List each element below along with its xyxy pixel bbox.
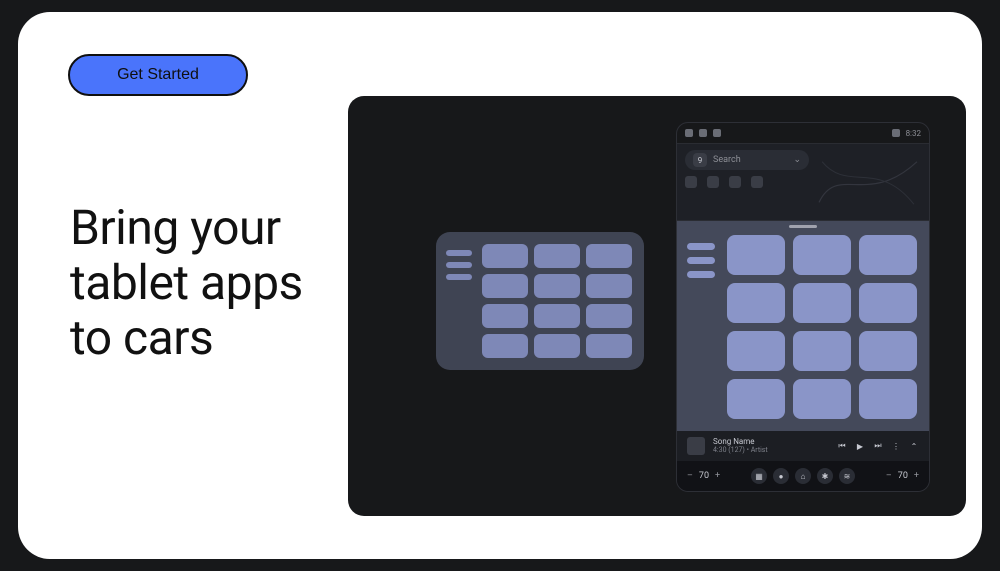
home-icon[interactable]: ⌂: [795, 468, 811, 484]
apps-icon[interactable]: ▦: [751, 468, 767, 484]
map-search[interactable]: 9 Search ⌄: [685, 150, 809, 170]
grid-tile: [534, 274, 580, 298]
grid-tile: [859, 235, 917, 275]
status-icon: [699, 129, 707, 137]
fan-icon[interactable]: ✱: [817, 468, 833, 484]
grid-tile: [793, 235, 851, 275]
status-bar: 8:32: [677, 123, 929, 143]
play-icon[interactable]: ▶: [855, 441, 865, 451]
more-icon[interactable]: ⋮: [891, 441, 901, 451]
tablet-mock: [436, 232, 644, 370]
grid-tile: [482, 304, 528, 328]
right-temperature: 70: [898, 471, 908, 481]
chevron-up-icon[interactable]: ⌃: [909, 441, 919, 451]
grid-tile: [586, 244, 632, 268]
previous-icon[interactable]: ⏮: [837, 441, 847, 451]
list-item: [687, 243, 715, 250]
get-started-button[interactable]: Get Started: [68, 54, 248, 96]
grid-tile: [482, 334, 528, 358]
list-item: [446, 262, 472, 268]
app-sidebar: [687, 235, 727, 419]
status-icon: [685, 129, 693, 137]
grid-tile: [534, 304, 580, 328]
status-time: 8:32: [906, 129, 921, 138]
tablet-sidebar: [446, 244, 482, 358]
temp-up-icon[interactable]: +: [715, 471, 720, 481]
headline: Bring your tablet apps to cars: [70, 200, 303, 366]
grid-tile: [534, 334, 580, 358]
grid-tile: [727, 283, 785, 323]
car-app-pane: [677, 221, 929, 431]
map-chip[interactable]: [685, 176, 697, 188]
search-badge: 9: [693, 153, 707, 167]
grid-tile: [727, 379, 785, 419]
map-chip[interactable]: [751, 176, 763, 188]
list-item: [687, 257, 715, 264]
grid-tile: [859, 379, 917, 419]
grid-tile: [727, 235, 785, 275]
temp-up-icon[interactable]: +: [914, 471, 919, 481]
car-display-mock: 8:32 9 Search ⌄: [676, 122, 930, 492]
next-icon[interactable]: ⏭: [873, 441, 883, 451]
slide-card: Get Started Bring your tablet apps to ca…: [18, 12, 982, 559]
grid-tile: [793, 379, 851, 419]
grid-tile: [586, 304, 632, 328]
temp-down-icon[interactable]: –: [886, 471, 892, 481]
car-app-grid: [727, 235, 917, 419]
climate-bar: – 70 + ▦ ● ⌂ ✱ ≋ – 70 +: [677, 461, 929, 491]
signal-icon: [892, 129, 900, 137]
grid-tile: [482, 274, 528, 298]
map-chip[interactable]: [729, 176, 741, 188]
tablet-app-grid: [482, 244, 632, 358]
device-showcase-panel: 8:32 9 Search ⌄: [348, 96, 966, 516]
cta-label: Get Started: [117, 66, 199, 84]
left-temperature: 70: [699, 471, 709, 481]
album-art: [687, 437, 705, 455]
grid-tile: [727, 331, 785, 371]
grid-tile: [859, 331, 917, 371]
list-item: [687, 271, 715, 278]
map-chip[interactable]: [707, 176, 719, 188]
grid-tile: [586, 274, 632, 298]
status-icon: [713, 129, 721, 137]
grid-tile: [586, 334, 632, 358]
grid-tile: [793, 331, 851, 371]
list-item: [446, 274, 472, 280]
map-panel: 9 Search ⌄: [677, 143, 929, 221]
map-illustration: [817, 154, 919, 212]
temp-down-icon[interactable]: –: [687, 471, 693, 481]
defrost-icon[interactable]: ≋: [839, 468, 855, 484]
now-playing-bar: Song Name 4:30 (127) • Artist ⏮ ▶ ⏭ ⋮ ⌃: [677, 431, 929, 461]
grid-tile: [482, 244, 528, 268]
chevron-down-icon: ⌄: [793, 155, 801, 165]
mic-icon[interactable]: ●: [773, 468, 789, 484]
grid-tile: [793, 283, 851, 323]
grid-tile: [534, 244, 580, 268]
search-placeholder: Search: [713, 155, 741, 165]
list-item: [446, 250, 472, 256]
song-subtitle: 4:30 (127) • Artist: [713, 447, 829, 455]
grid-tile: [859, 283, 917, 323]
